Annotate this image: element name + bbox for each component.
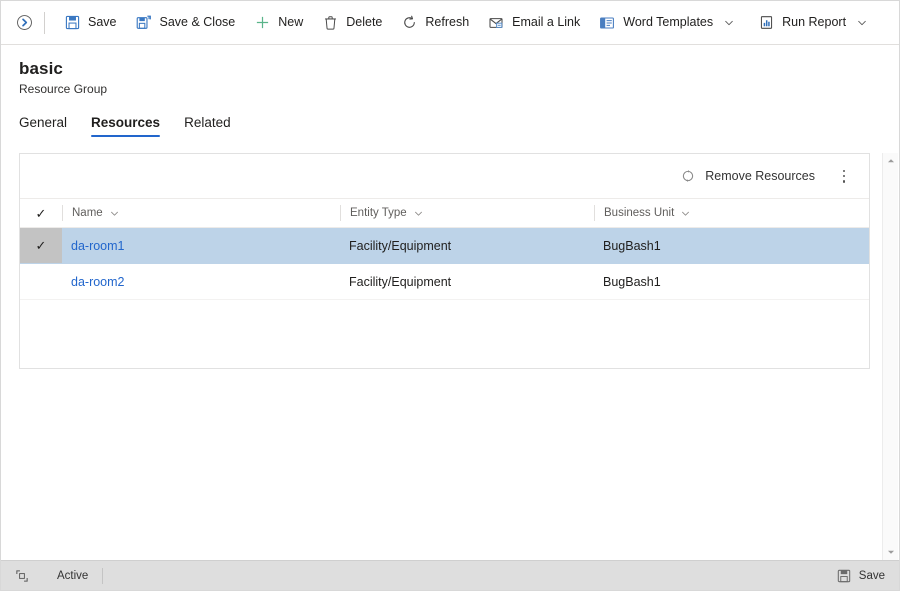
- popout-icon[interactable]: [13, 569, 31, 582]
- circle-chevron-right-icon[interactable]: [9, 8, 39, 38]
- app-window: Save Save & Close New Delete Refresh Ema…: [0, 0, 900, 591]
- chevron-down-icon[interactable]: [110, 209, 119, 218]
- row-checkbox[interactable]: ✓: [20, 228, 62, 263]
- cell-entity-type-text: Facility/Equipment: [349, 238, 452, 253]
- row-select-cell[interactable]: [20, 263, 62, 300]
- delete-button[interactable]: Delete: [312, 6, 391, 40]
- table-row[interactable]: da-room2 Facility/Equipment BugBash1: [20, 263, 869, 300]
- column-header-name-inner[interactable]: Name: [62, 205, 340, 221]
- scroll-up-arrow-icon[interactable]: [883, 153, 899, 169]
- word-templates-button[interactable]: Word Templates: [589, 6, 748, 40]
- status-save-label: Save: [858, 569, 885, 582]
- status-save-button[interactable]: Save: [836, 568, 885, 584]
- cell-entity-type-text: Facility/Equipment: [349, 274, 452, 289]
- tab-related[interactable]: Related: [184, 115, 231, 137]
- save-button-label: Save: [88, 15, 117, 30]
- tab-related-label: Related: [184, 115, 231, 130]
- column-header-entity-type-inner[interactable]: Entity Type: [340, 205, 594, 221]
- status-bar: Active Save: [1, 560, 899, 590]
- scroll-down-arrow-icon[interactable]: [883, 544, 899, 560]
- cell-business-unit-text: BugBash1: [603, 274, 661, 289]
- resources-subgrid-wrap: Remove Resources ✓ Name Entity Type Busi…: [1, 153, 882, 560]
- column-header-name-label: Name: [72, 207, 103, 219]
- select-all-checkbox[interactable]: ✓: [20, 199, 62, 227]
- word-template-icon: [598, 14, 616, 32]
- remove-resources-icon: [680, 168, 696, 184]
- subgrid-toolbar: Remove Resources: [20, 154, 869, 198]
- checkmark-icon: ✓: [35, 238, 47, 253]
- email-link-icon: [487, 14, 505, 32]
- plus-icon: [253, 14, 271, 32]
- row-select-cell[interactable]: ✓: [20, 227, 62, 264]
- new-button-label: New: [278, 15, 304, 30]
- tab-strip: General Resources Related: [1, 109, 899, 137]
- refresh-button[interactable]: Refresh: [391, 6, 478, 40]
- email-a-link-button[interactable]: Email a Link: [478, 6, 589, 40]
- run-report-button-label: Run Report: [782, 15, 847, 30]
- column-header-entity-type-label: Entity Type: [350, 207, 407, 219]
- column-header-business-unit[interactable]: Business Unit: [594, 198, 869, 228]
- resources-subgrid: Remove Resources ✓ Name Entity Type Busi…: [19, 153, 870, 369]
- table-body: ✓ da-room1 Facility/Equipment BugBash1 d…: [20, 227, 869, 300]
- chevron-down-icon[interactable]: [719, 6, 739, 40]
- column-header-business-unit-label: Business Unit: [604, 207, 675, 219]
- row-checkbox[interactable]: [20, 264, 62, 299]
- tab-resources-label: Resources: [91, 115, 161, 130]
- remove-resources-button[interactable]: Remove Resources: [672, 161, 823, 191]
- chevron-down-icon[interactable]: [414, 209, 423, 218]
- cell-business-unit: BugBash1: [594, 227, 869, 264]
- word-templates-button-label: Word Templates: [623, 15, 714, 30]
- email-a-link-button-label: Email a Link: [512, 15, 581, 30]
- resources-table: ✓ Name Entity Type Business Unit ✓ da-ro…: [20, 198, 869, 300]
- toolbar-divider: [44, 11, 45, 34]
- command-bar: Save Save & Close New Delete Refresh Ema…: [1, 1, 899, 45]
- cell-business-unit-text: BugBash1: [603, 238, 661, 253]
- record-header: basic Resource Group: [1, 45, 899, 97]
- form-body: Remove Resources ✓ Name Entity Type Busi…: [1, 137, 899, 560]
- table-header-row: ✓ Name Entity Type Business Unit: [20, 198, 869, 228]
- save-button[interactable]: Save: [54, 6, 126, 40]
- remove-resources-label: Remove Resources: [705, 169, 815, 183]
- tab-general-label: General: [19, 115, 68, 130]
- column-header-business-unit-inner[interactable]: Business Unit: [594, 205, 869, 221]
- delete-button-label: Delete: [346, 15, 383, 30]
- chevron-down-icon[interactable]: [681, 209, 690, 218]
- more-vertical-icon: [842, 169, 846, 183]
- refresh-icon: [400, 14, 418, 32]
- save-and-close-icon: [135, 14, 153, 32]
- cell-name-link[interactable]: da-room1: [62, 239, 340, 253]
- select-all-header[interactable]: ✓: [20, 198, 62, 228]
- record-entity-name: Resource Group: [19, 82, 108, 96]
- save-disk-icon: [836, 568, 852, 584]
- save-and-close-button[interactable]: Save & Close: [126, 6, 245, 40]
- save-and-close-button-label: Save & Close: [159, 15, 236, 30]
- refresh-button-label: Refresh: [425, 15, 470, 30]
- table-row[interactable]: ✓ da-room1 Facility/Equipment BugBash1: [20, 227, 869, 264]
- cell-name[interactable]: da-room2: [62, 263, 340, 300]
- subgrid-overflow-button[interactable]: [831, 161, 857, 191]
- table-header: ✓ Name Entity Type Business Unit: [20, 198, 869, 228]
- cell-business-unit: BugBash1: [594, 263, 869, 300]
- report-chart-icon: [757, 14, 775, 32]
- checkmark-icon: ✓: [35, 205, 47, 221]
- new-button[interactable]: New: [244, 6, 312, 40]
- chevron-down-icon[interactable]: [852, 6, 872, 40]
- save-disk-icon: [63, 14, 81, 32]
- trash-icon: [321, 14, 339, 32]
- cell-entity-type: Facility/Equipment: [340, 263, 594, 300]
- run-report-button[interactable]: Run Report: [748, 6, 881, 40]
- scrollbar-track[interactable]: [883, 169, 898, 544]
- tab-resources[interactable]: Resources: [91, 115, 161, 137]
- form-vertical-scrollbar[interactable]: [882, 153, 898, 560]
- status-badge: Active: [57, 567, 104, 584]
- cell-name[interactable]: da-room1: [62, 227, 340, 264]
- cell-name-link[interactable]: da-room2: [62, 275, 340, 289]
- tab-general[interactable]: General: [19, 115, 67, 137]
- column-header-entity-type[interactable]: Entity Type: [340, 198, 594, 228]
- cell-entity-type: Facility/Equipment: [340, 227, 594, 264]
- page-title: basic: [19, 59, 63, 78]
- column-header-name[interactable]: Name: [62, 198, 340, 228]
